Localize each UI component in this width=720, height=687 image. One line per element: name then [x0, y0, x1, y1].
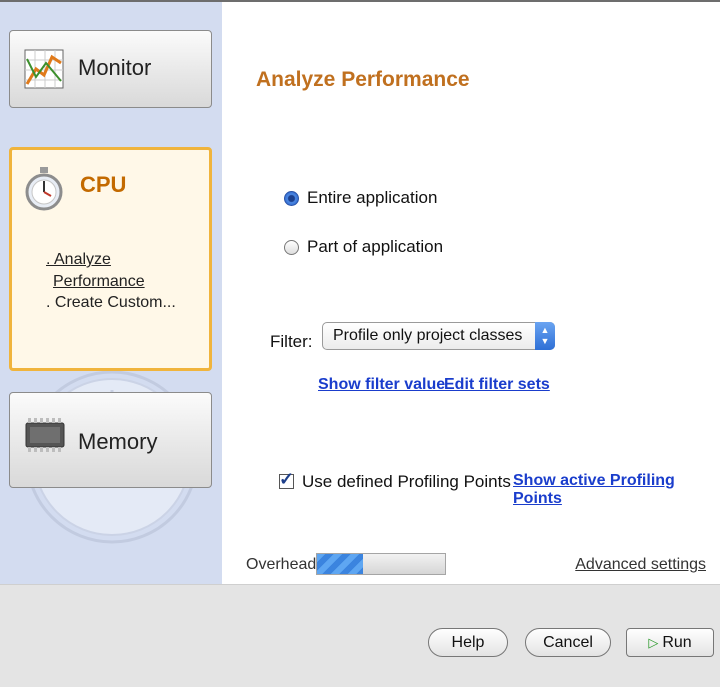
overhead-label: Overhead:: [246, 556, 321, 573]
task-memory-label: Memory: [78, 429, 158, 454]
task-monitor-label: Monitor: [78, 55, 152, 80]
memory-chip-icon: [25, 418, 65, 452]
show-filter-value-link[interactable]: Show filter value: [318, 376, 445, 394]
button-bar: Help Cancel ▷ Run: [0, 584, 720, 687]
radio-part-of-application[interactable]: Part of application: [284, 237, 443, 257]
sub-item-create-custom[interactable]: . Create Custom...: [46, 293, 176, 312]
filter-select-value: Profile only project classes: [333, 327, 523, 344]
radio-part-label: Part of application: [307, 237, 444, 256]
run-button-label: Run: [662, 634, 692, 651]
edit-filter-sets-link[interactable]: Edit filter sets: [444, 376, 550, 394]
profile-dialog: Monitor CPU . Analyze Performance . Crea…: [0, 0, 720, 687]
play-icon: ▷: [648, 635, 659, 650]
overhead-meter-fill: [317, 554, 364, 574]
show-active-profiling-points-link[interactable]: Show active Profiling Points: [513, 472, 720, 508]
task-sidebar: Monitor CPU . Analyze Performance . Crea…: [0, 2, 222, 584]
sub-item-analyze[interactable]: . Analyze: [46, 250, 111, 269]
task-cpu-label: CPU: [80, 172, 127, 197]
run-button[interactable]: ▷ Run: [626, 628, 714, 657]
updown-arrows-icon: ▲ ▼: [535, 322, 555, 350]
profiling-points-checkbox[interactable]: ✓: [279, 469, 294, 489]
radio-selected-icon[interactable]: [284, 190, 299, 206]
settings-panel: Analyze Performance Entire application P…: [222, 2, 720, 584]
task-monitor[interactable]: Monitor: [9, 30, 212, 108]
radio-entire-label: Entire application: [307, 188, 438, 207]
task-memory[interactable]: Memory: [9, 392, 212, 488]
radio-entire-application[interactable]: Entire application: [284, 188, 437, 208]
cancel-button[interactable]: Cancel: [525, 628, 611, 657]
sub-item-performance[interactable]: Performance: [53, 272, 145, 291]
help-button[interactable]: Help: [428, 628, 508, 657]
task-cpu[interactable]: CPU . Analyze Performance . Create Custo…: [9, 147, 212, 371]
filter-label: Filter:: [270, 332, 313, 351]
page-title: Analyze Performance: [256, 68, 470, 91]
cancel-button-label: Cancel: [543, 634, 593, 651]
help-button-label: Help: [451, 634, 485, 651]
profiling-points-label: Use defined Profiling Points: [302, 472, 511, 491]
filter-select[interactable]: Profile only project classes ▲ ▼: [322, 322, 555, 350]
overhead-meter: [316, 553, 446, 575]
monitor-graph-icon: [24, 49, 64, 89]
checkmark-icon: ✓: [279, 469, 295, 489]
radio-unselected-icon[interactable]: [284, 239, 299, 255]
stopwatch-icon: [25, 167, 63, 211]
advanced-settings-link[interactable]: Advanced settings: [575, 556, 706, 574]
